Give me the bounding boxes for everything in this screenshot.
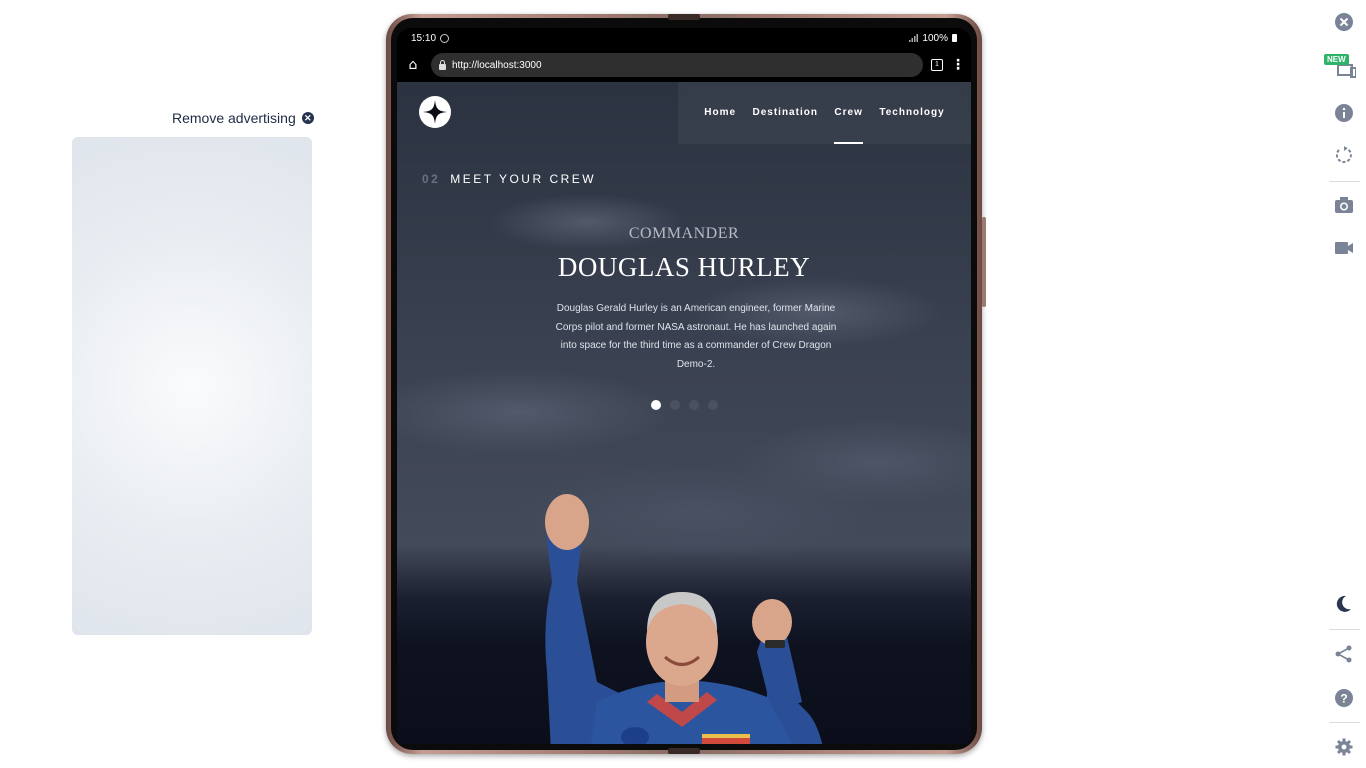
status-bar: 15:10 100% [397,28,971,48]
camera-icon[interactable] [1334,196,1354,214]
nav-destination[interactable]: Destination [753,82,818,144]
crew-name: DOUGLAS HURLEY [557,252,811,282]
close-circle-icon[interactable]: ✕ [301,112,314,124]
nav-home[interactable]: Home [704,82,736,144]
battery-icon [952,34,957,42]
sidebar-divider-3 [1329,722,1360,723]
nav-technology[interactable]: Technology [879,82,944,144]
new-badge: NEW [1324,54,1349,65]
status-time: 15:10 [411,32,437,44]
notification-icon [440,33,450,43]
crew-page: Home Destination Crew Technology 02 MEET… [397,82,971,744]
tabs-button[interactable]: 1 [931,59,943,71]
share-icon[interactable] [1335,645,1353,663]
crew-slider-dots [397,400,971,410]
slider-dot-3[interactable] [688,400,699,410]
primary-nav: Home Destination Crew Technology [678,82,971,144]
page-heading-number: 02 [422,172,441,186]
moon-icon[interactable] [1336,595,1352,613]
lock-icon [439,59,446,70]
crew-bio: Douglas Gerald Hurley is an American eng… [555,303,837,370]
ad-placeholder [72,137,312,635]
new-badge-text: NEW [1327,55,1346,64]
phone-side-button [982,217,986,307]
device-screen: 15:10 100% ⌂ http://localhost:3000 1 ⋮ H… [397,28,971,744]
url-text: http://localhost:3000 [452,59,542,71]
slider-dot-1[interactable] [650,400,661,410]
signal-icon [909,34,919,42]
page-heading-text: MEET YOUR CREW [450,172,597,186]
home-icon[interactable]: ⌂ [403,57,423,73]
info-icon[interactable] [1335,104,1353,122]
foldable-phone-frame: 15:10 100% ⌂ http://localhost:3000 1 ⋮ H… [386,14,986,754]
slider-dot-2[interactable] [669,400,680,410]
help-icon[interactable]: ? [1335,689,1353,707]
settings-icon[interactable] [1335,738,1353,756]
sidebar-divider [1329,181,1360,182]
page-heading: 02 MEET YOUR CREW [422,172,596,186]
site-logo[interactable] [419,96,451,128]
nav-crew[interactable]: Crew [834,82,864,144]
close-icon[interactable] [1335,13,1353,31]
remove-advertising-link[interactable]: Remove advertising ✕ [172,110,314,126]
star-logo-icon [423,100,447,124]
browser-toolbar: ⌂ http://localhost:3000 1 ⋮ [397,48,971,82]
slider-dot-4[interactable] [707,400,718,410]
rotate-icon[interactable] [1335,146,1353,164]
battery-percent: 100% [922,32,948,44]
more-menu-icon[interactable]: ⋮ [951,57,965,73]
crew-member-image [545,494,823,744]
address-bar[interactable]: http://localhost:3000 [431,53,923,77]
remove-advertising-label: Remove advertising [172,110,296,126]
video-icon[interactable] [1334,240,1354,256]
crew-role: COMMANDER [628,225,740,242]
sidebar-divider-2 [1329,629,1360,630]
svg-text:?: ? [1340,692,1347,706]
